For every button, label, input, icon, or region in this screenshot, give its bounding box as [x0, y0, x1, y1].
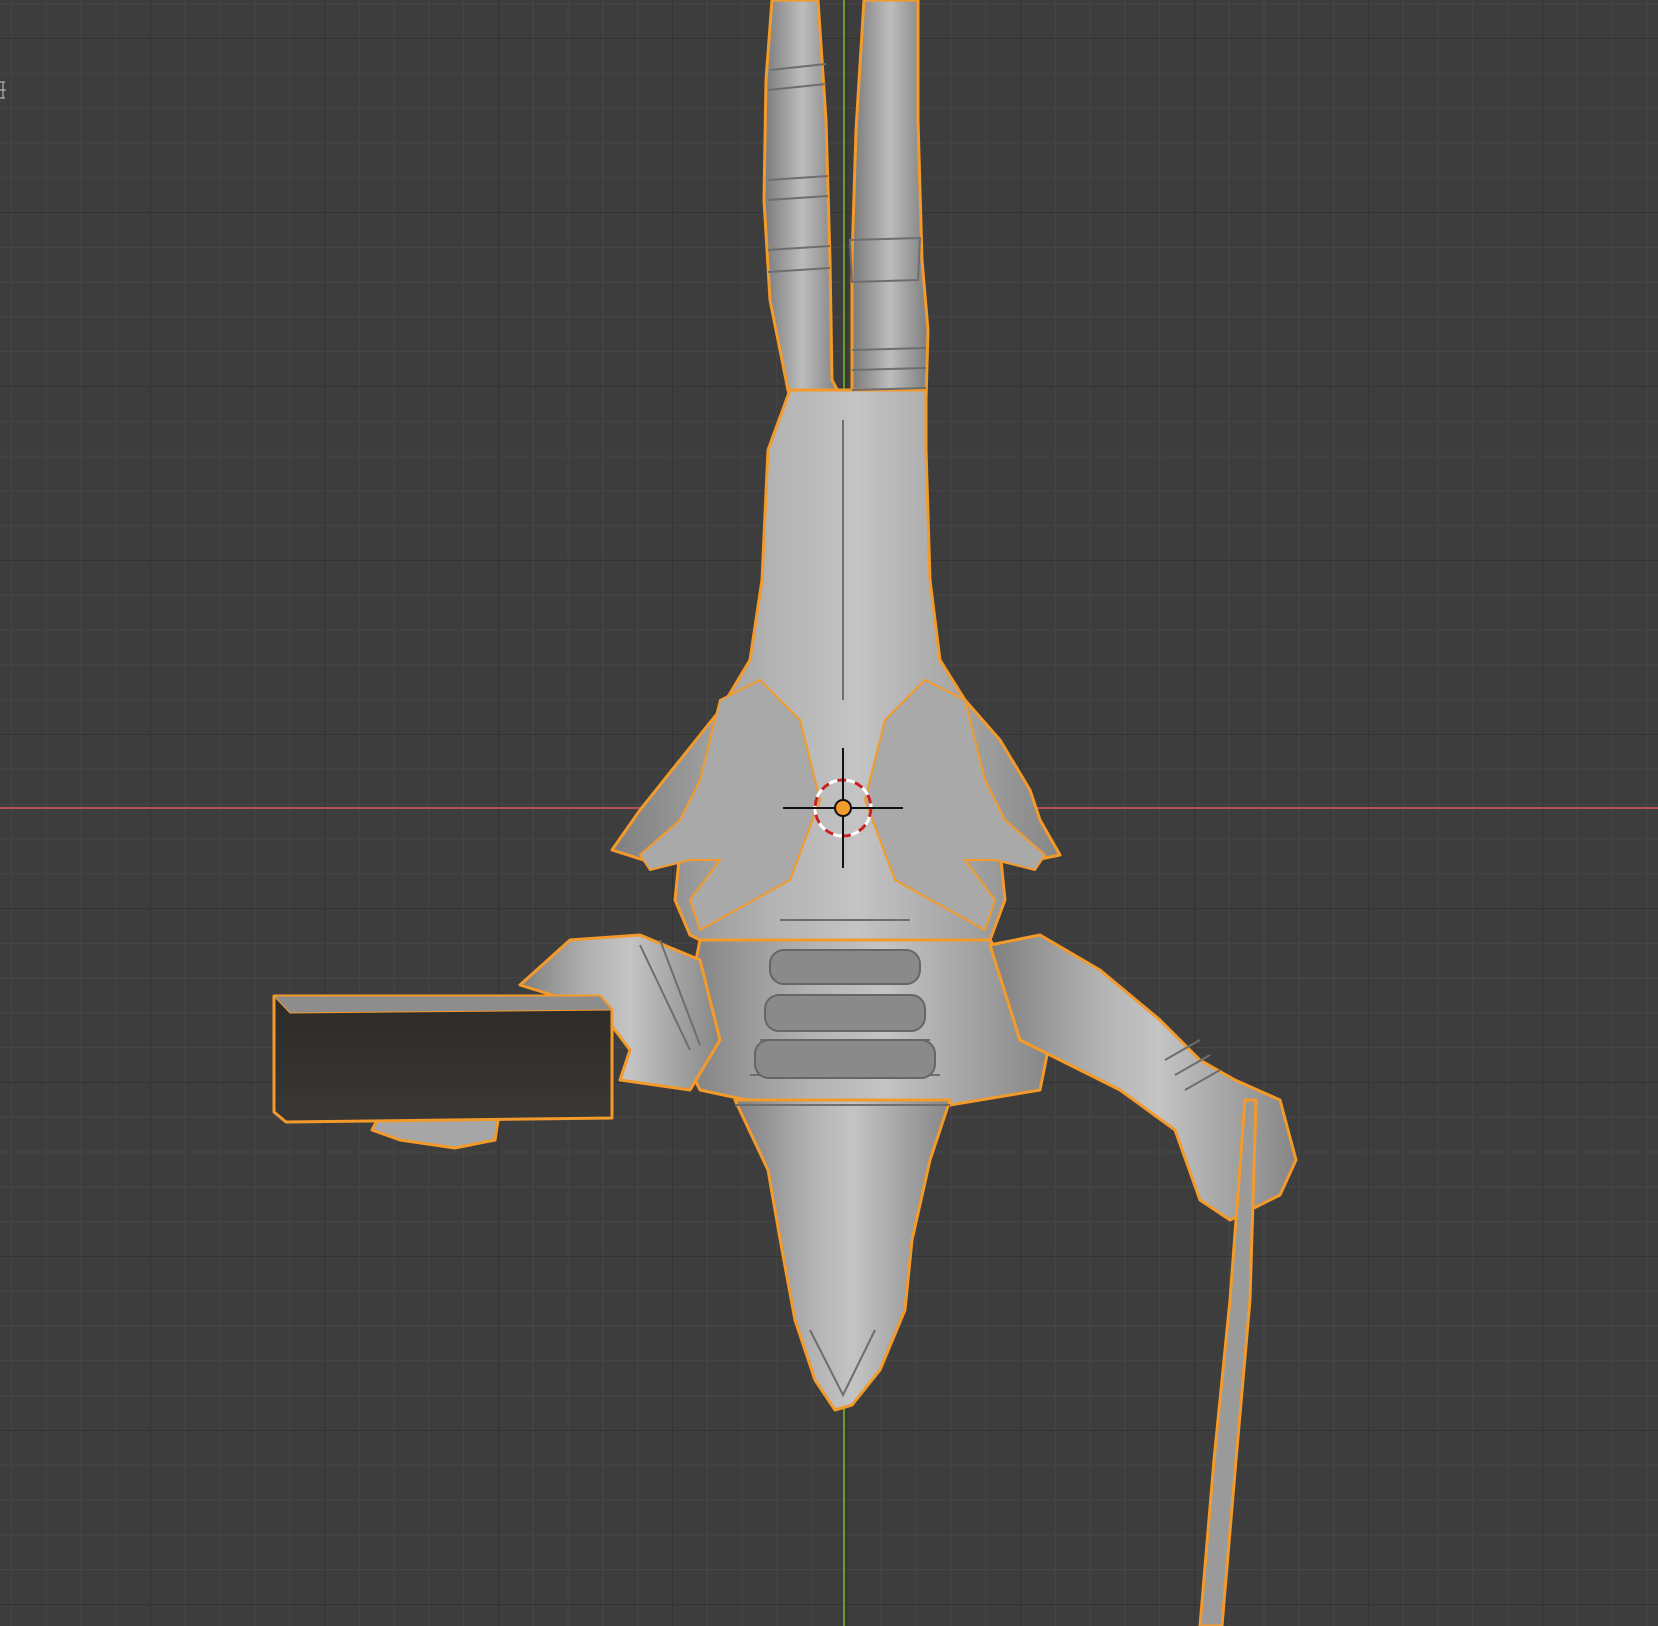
3d-viewport[interactable] [0, 0, 1658, 1626]
scene-view [272, 0, 1298, 1626]
held-box-top [273, 995, 613, 1014]
torso-upper [610, 388, 1062, 962]
left-leg [762, 0, 842, 422]
belly-plates [754, 949, 936, 1079]
head [733, 1098, 952, 1412]
sculpted-figure-mesh[interactable] [272, 0, 1298, 1626]
held-box [272, 994, 614, 1124]
object-origin-icon [834, 799, 852, 817]
